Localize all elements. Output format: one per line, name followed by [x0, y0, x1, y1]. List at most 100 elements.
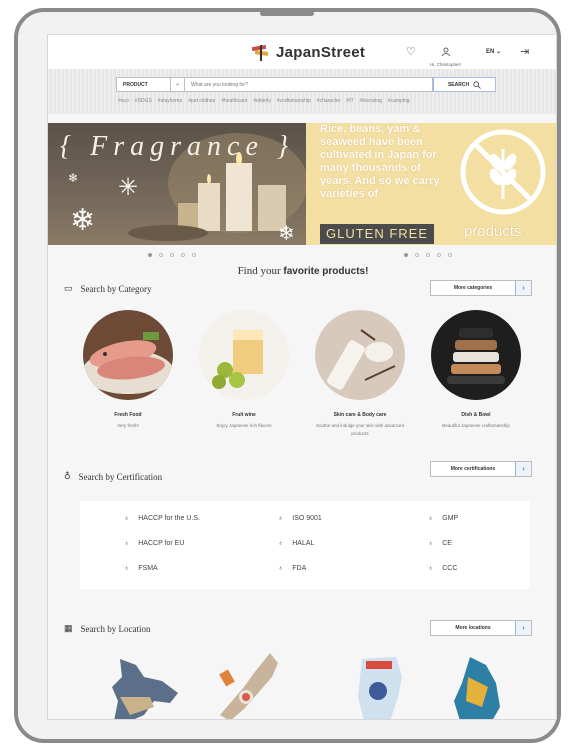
screen: JapanStreet ♡ Hi, Christopher! EN ⌄ ⇥ PR… [47, 34, 557, 720]
hero-fragrance-title: { Fragrance } [59, 131, 295, 162]
medal-icon: ♁ [428, 540, 434, 547]
snowflake-icon: ❄ [70, 204, 96, 237]
certification-label: HALAL [292, 540, 315, 547]
search-button[interactable]: SEARCH [432, 77, 496, 92]
category-select[interactable]: PRODUCT [117, 78, 171, 91]
medal-icon: ♁ [124, 540, 130, 547]
medal-icon: ♁ [278, 540, 284, 547]
certification-label: FDA [292, 565, 307, 572]
tag-link[interactable]: #stayhome [158, 98, 182, 104]
logout-icon[interactable]: ⇥ [520, 45, 529, 58]
no-wheat-icon [460, 129, 546, 215]
more-locations-label: More locations [455, 625, 491, 631]
certification-link[interactable]: ♁ HALAL [278, 540, 314, 547]
carousel-dot[interactable] [170, 253, 174, 257]
tag-list: #eco #SDGS #stayhome #pet clothes #healt… [118, 98, 410, 104]
carousel-dot[interactable] [448, 253, 452, 257]
kyushu-region-image[interactable] [452, 657, 502, 720]
category-desc: Very fresh! [117, 423, 139, 428]
chevron-down-icon[interactable]: ⌄ [171, 78, 185, 91]
certification-label: HACCP for the U.S. [138, 515, 200, 522]
certification-label: CE [442, 540, 452, 547]
carousel-dot[interactable] [437, 253, 441, 257]
certification-link[interactable]: ♁ FSMA [124, 565, 158, 572]
more-categories-label: More categories [453, 285, 493, 291]
category-card-fresh-food[interactable]: Fresh Food Very fresh! [78, 310, 178, 430]
logo-text: JapanStreet [276, 43, 366, 61]
kanto-region-image[interactable] [354, 657, 404, 720]
medal-icon: ♁ [124, 515, 130, 522]
tag-link[interactable]: #SDGS [135, 98, 152, 104]
tag-link[interactable]: #eco [118, 98, 129, 104]
carousel-dot[interactable] [426, 253, 430, 257]
hero-banner[interactable]: { Fragrance } ❄ ✳ ❄ ❄ Rice, beans, yam &… [48, 123, 556, 245]
medal-icon: ♁ [64, 471, 71, 481]
skin-care-image [315, 310, 405, 400]
carousel-dot[interactable] [415, 253, 419, 257]
tag-link[interactable]: #pet clothes [188, 98, 215, 104]
medal-icon: ♁ [428, 565, 434, 572]
category-desc: Beautiful Japanese craftsmanship [442, 423, 510, 428]
certification-link[interactable]: ♁ HACCP for EU [124, 540, 184, 547]
user-greeting: Hi, Christopher! [430, 62, 462, 67]
category-card-dish-bowl[interactable]: Dish & Bowl Beautiful Japanese craftsman… [426, 310, 526, 430]
certification-label: FSMA [138, 565, 158, 572]
tag-link[interactable]: #IT [346, 98, 353, 104]
headline-emphasis: favorite products! [283, 266, 369, 277]
gluten-free-products-word: products [464, 223, 522, 240]
tag-link[interactable]: #camping [388, 98, 410, 104]
tag-link[interactable]: #healthcare [221, 98, 247, 104]
logo[interactable]: JapanStreet [250, 43, 365, 61]
certification-list: ♁ HACCP for the U.S. ♁ ISO 9001 ♁ GMP ♁ HACC… [80, 501, 530, 589]
category-section-title: ▭ Search by Category [64, 283, 152, 294]
honshu-region-image[interactable] [214, 653, 284, 720]
tag-link[interactable]: #licensing [360, 98, 382, 104]
more-certifications-label: More certifications [450, 466, 496, 472]
heart-icon[interactable]: ♡ [406, 45, 416, 58]
category-card-skin-care[interactable]: Skin care & Body care Soothe and indulge… [310, 310, 410, 438]
certification-link[interactable]: ♁ CE [428, 540, 452, 547]
search-icon [473, 80, 481, 89]
category-name: Dish & Bowl [461, 412, 491, 418]
chevron-down-icon: ⌄ [496, 49, 502, 55]
language-label: EN [486, 49, 495, 55]
snowflake-icon: ❄ [68, 171, 79, 185]
category-name: Skin care & Body care [333, 412, 387, 418]
certification-link[interactable]: ♁ FDA [278, 565, 306, 572]
more-certifications-button[interactable]: More certifications › [430, 461, 532, 477]
hokkaido-region-image[interactable] [110, 657, 180, 720]
certification-link[interactable]: ♁ HACCP for the U.S. [124, 515, 200, 522]
fragrance-banner[interactable]: { Fragrance } ❄ ✳ ❄ ❄ [48, 123, 306, 245]
gluten-free-copy: Rice, beans, yam & seaweed have been cul… [320, 123, 440, 200]
carousel-dot[interactable] [148, 253, 152, 257]
chevron-right-icon: › [515, 462, 531, 476]
user-account[interactable]: Hi, Christopher! [430, 43, 461, 67]
gluten-free-banner[interactable]: Rice, beans, yam & seaweed have been cul… [306, 123, 556, 245]
tag-link[interactable]: #craftsmanship [277, 98, 311, 104]
fresh-food-image [83, 310, 173, 400]
carousel-dot[interactable] [181, 253, 185, 257]
certification-label: ISO 9001 [292, 515, 322, 522]
site-header: JapanStreet ♡ Hi, Christopher! EN ⌄ ⇥ [48, 35, 556, 69]
carousel-dot[interactable] [404, 253, 408, 257]
gluten-free-badge: GLUTEN FREE [320, 224, 435, 244]
language-select[interactable]: EN ⌄ [486, 48, 501, 55]
search-button-label: SEARCH [447, 81, 470, 88]
search-input[interactable] [185, 78, 433, 91]
certification-section-label: Search by Certification [78, 471, 163, 482]
tag-link[interactable]: #character [317, 98, 341, 104]
medal-icon: ♁ [278, 565, 284, 572]
certification-label: CCC [442, 565, 458, 572]
category-card-fruit-wine[interactable]: Fruit wine Enjoy Japanese rich flavors [194, 310, 294, 430]
carousel-dot[interactable] [159, 253, 163, 257]
clipboard-icon: ▭ [64, 283, 73, 293]
certification-link[interactable]: ♁ GMP [428, 515, 458, 522]
certification-link[interactable]: ♁ ISO 9001 [278, 515, 322, 522]
certification-label: GMP [442, 515, 459, 522]
carousel-dot[interactable] [192, 253, 196, 257]
tag-link[interactable]: #elderly [253, 98, 271, 104]
more-categories-button[interactable]: More categories › [430, 280, 532, 296]
certification-link[interactable]: ♁ CCC [428, 565, 457, 572]
category-desc: Soothe and indulge your skin with advanc… [315, 423, 405, 436]
more-locations-button[interactable]: More locations › [430, 620, 532, 636]
